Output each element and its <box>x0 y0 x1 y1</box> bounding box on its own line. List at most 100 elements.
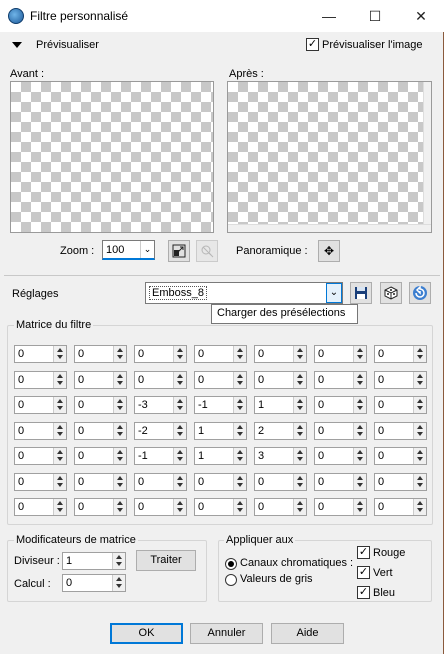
matrix-cell[interactable]: 0 <box>134 473 187 491</box>
spin-arrows-icon[interactable] <box>53 448 66 464</box>
spin-arrows-icon[interactable] <box>413 448 426 464</box>
matrix-cell[interactable]: 0 <box>314 371 367 389</box>
spin-arrows-icon[interactable] <box>113 499 126 515</box>
matrix-cell[interactable]: 0 <box>314 422 367 440</box>
green-checkbox[interactable]: ✓ <box>357 566 370 579</box>
spin-arrows-icon[interactable] <box>53 397 66 413</box>
spin-arrows-icon[interactable] <box>353 474 366 490</box>
help-button[interactable]: Aide <box>271 623 344 644</box>
red-checkbox[interactable]: ✓ <box>357 546 370 559</box>
minimize-button[interactable]: — <box>306 0 352 32</box>
matrix-cell[interactable]: 0 <box>314 345 367 363</box>
matrix-cell[interactable]: 0 <box>374 396 427 414</box>
spin-arrows-icon[interactable] <box>413 423 426 439</box>
matrix-cell[interactable]: 0 <box>314 447 367 465</box>
matrix-cell[interactable]: 0 <box>194 498 247 516</box>
spin-arrows-icon[interactable] <box>233 346 246 362</box>
spin-arrows-icon[interactable] <box>173 397 186 413</box>
matrix-cell[interactable]: 0 <box>14 422 67 440</box>
matrix-cell[interactable]: 0 <box>374 345 427 363</box>
spin-arrows-icon[interactable] <box>233 448 246 464</box>
spin-arrows-icon[interactable] <box>293 423 306 439</box>
spin-arrows-icon[interactable] <box>233 423 246 439</box>
process-button[interactable]: Traiter <box>136 550 196 571</box>
matrix-cell[interactable]: 0 <box>134 371 187 389</box>
before-preview[interactable] <box>10 81 214 233</box>
pan-button[interactable]: ✥ <box>318 240 340 262</box>
matrix-cell[interactable]: 0 <box>14 447 67 465</box>
maximize-button[interactable]: ☐ <box>352 0 398 32</box>
matrix-cell[interactable]: 0 <box>74 345 127 363</box>
after-preview-scrollbar[interactable] <box>423 82 431 232</box>
spin-arrows-icon[interactable] <box>113 474 126 490</box>
matrix-cell[interactable]: 0 <box>314 498 367 516</box>
divisor-spinbox[interactable]: 1 <box>62 552 126 570</box>
matrix-cell[interactable]: 0 <box>14 345 67 363</box>
matrix-cell[interactable]: 1 <box>254 396 307 414</box>
matrix-cell[interactable]: 0 <box>314 396 367 414</box>
divisor-spin-icon[interactable] <box>112 553 125 569</box>
spin-arrows-icon[interactable] <box>413 499 426 515</box>
matrix-cell[interactable]: 3 <box>254 447 307 465</box>
after-preview-hscrollbar[interactable] <box>228 224 431 232</box>
spin-arrows-icon[interactable] <box>113 346 126 362</box>
matrix-cell[interactable]: -3 <box>134 396 187 414</box>
matrix-cell[interactable]: -1 <box>134 447 187 465</box>
presets-combo[interactable]: Emboss_8 ⌄ <box>145 282 343 304</box>
matrix-cell[interactable]: 0 <box>14 498 67 516</box>
spin-arrows-icon[interactable] <box>113 423 126 439</box>
spin-arrows-icon[interactable] <box>173 346 186 362</box>
matrix-cell[interactable]: 0 <box>374 422 427 440</box>
matrix-cell[interactable]: 0 <box>314 473 367 491</box>
spin-arrows-icon[interactable] <box>293 346 306 362</box>
spin-arrows-icon[interactable] <box>413 346 426 362</box>
matrix-cell[interactable]: 0 <box>74 422 127 440</box>
spin-arrows-icon[interactable] <box>173 448 186 464</box>
zoom-disabled-button[interactable] <box>196 240 218 262</box>
grey-values-radio[interactable] <box>225 574 237 586</box>
spin-arrows-icon[interactable] <box>413 397 426 413</box>
random-preset-button[interactable] <box>380 282 402 304</box>
matrix-cell[interactable]: 0 <box>254 498 307 516</box>
reset-preset-button[interactable] <box>409 282 431 304</box>
spin-arrows-icon[interactable] <box>53 499 66 515</box>
matrix-cell[interactable]: 0 <box>194 371 247 389</box>
spin-arrows-icon[interactable] <box>353 448 366 464</box>
matrix-cell[interactable]: 0 <box>134 345 187 363</box>
matrix-cell[interactable]: 0 <box>254 473 307 491</box>
spin-arrows-icon[interactable] <box>413 474 426 490</box>
bias-spinbox[interactable]: 0 <box>62 574 126 592</box>
matrix-cell[interactable]: 0 <box>14 371 67 389</box>
zoom-fit-button[interactable] <box>168 240 190 262</box>
spin-arrows-icon[interactable] <box>233 499 246 515</box>
matrix-cell[interactable]: 2 <box>254 422 307 440</box>
matrix-cell[interactable]: 0 <box>194 473 247 491</box>
spin-arrows-icon[interactable] <box>353 372 366 388</box>
spin-arrows-icon[interactable] <box>53 372 66 388</box>
spin-arrows-icon[interactable] <box>293 397 306 413</box>
preview-image-checkbox[interactable]: ✓ <box>306 38 319 51</box>
spin-arrows-icon[interactable] <box>53 474 66 490</box>
matrix-cell[interactable]: 0 <box>74 473 127 491</box>
after-preview[interactable] <box>227 81 432 233</box>
blue-checkbox[interactable]: ✓ <box>357 586 370 599</box>
spin-arrows-icon[interactable] <box>233 397 246 413</box>
matrix-cell[interactable]: 0 <box>374 447 427 465</box>
matrix-cell[interactable]: 0 <box>74 447 127 465</box>
matrix-cell[interactable]: -2 <box>134 422 187 440</box>
matrix-cell[interactable]: 0 <box>14 473 67 491</box>
spin-arrows-icon[interactable] <box>173 474 186 490</box>
matrix-cell[interactable]: -1 <box>194 396 247 414</box>
spin-arrows-icon[interactable] <box>293 372 306 388</box>
spin-arrows-icon[interactable] <box>353 423 366 439</box>
spin-arrows-icon[interactable] <box>353 346 366 362</box>
spin-arrows-icon[interactable] <box>413 372 426 388</box>
spin-arrows-icon[interactable] <box>173 499 186 515</box>
spin-arrows-icon[interactable] <box>293 474 306 490</box>
ok-button[interactable]: OK <box>110 623 183 644</box>
collapse-preview-icon[interactable] <box>12 42 22 48</box>
spin-arrows-icon[interactable] <box>173 372 186 388</box>
spin-arrows-icon[interactable] <box>293 448 306 464</box>
matrix-cell[interactable]: 1 <box>194 422 247 440</box>
cancel-button[interactable]: Annuler <box>190 623 263 644</box>
